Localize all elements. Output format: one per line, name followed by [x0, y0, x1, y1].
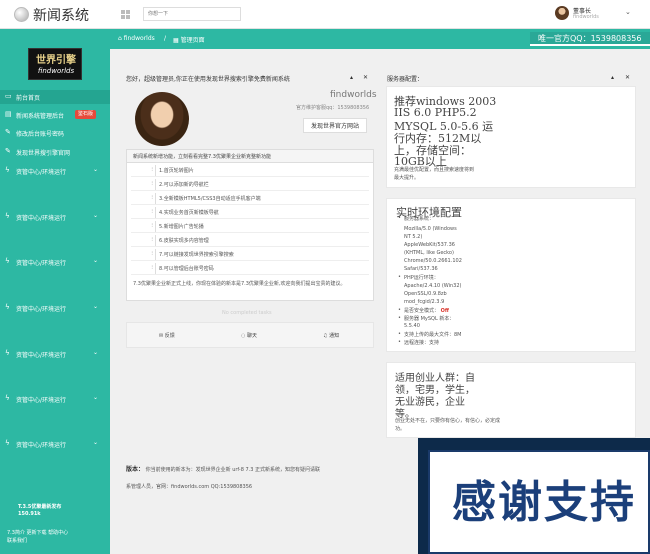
chevron-down-icon[interactable]: ⌄	[625, 8, 631, 16]
bolt-icon: ϟ	[5, 257, 10, 265]
feature-heading: 新闻系统新增功能，立刻看看完整7.3优聚果企业新克整新功能	[127, 150, 373, 163]
chevron-down-icon: ⌄	[93, 439, 99, 446]
chevron-down-icon: ⌄	[93, 257, 99, 264]
wrench-icon: ✎	[5, 147, 11, 155]
audience-card: 适用创业人群：自 领，宅男，学生， 无业游民，企业 等。 创业无处不在，只要你有…	[386, 362, 636, 438]
list-item: ⁝ 1.首页轮转图片	[131, 164, 369, 177]
audience-note: 创业无处不在，只要你有信心，有信心，必定成功。	[395, 418, 501, 432]
sidebar-footer-links[interactable]: 7.3简介 更新下载 帮助中心 联系我们	[7, 529, 68, 545]
feature-note: 7.3优聚果企业新正式上线，你现在体验的新本是7.3优聚果企业新,欢迎向我们提出…	[133, 281, 346, 287]
top-bar: 新闻系统 董事长 findworlds ⌄	[0, 0, 650, 29]
monitor-icon: ▭	[5, 92, 12, 100]
menu-grid-icon[interactable]	[121, 10, 130, 19]
support-qq: 官方维护客服qq：1539808356	[296, 105, 370, 111]
user-avatar[interactable]	[555, 6, 569, 20]
no-tasks-label: No completed tasks	[222, 310, 272, 316]
logo-text-cn: 世界引擎	[36, 55, 76, 66]
sidebar-item-resource-4[interactable]: ϟ 资管中心/环境运行 ⌄	[0, 301, 110, 315]
chevron-down-icon: ⌄	[93, 212, 99, 219]
list-item: ⁝ 3.全新模板HTML5/CSS3自动适应手机客户端	[131, 192, 369, 205]
chevron-down-icon: ⌄	[93, 394, 99, 401]
admin-avatar	[135, 92, 189, 146]
collapse-icon[interactable]: ▴	[611, 74, 614, 81]
bolt-icon: ϟ	[5, 349, 10, 357]
list-item: ⁝ 7.可以链接发现世界搜索引擎搜索	[131, 248, 369, 261]
notify-button[interactable]: ♫ 通知	[323, 332, 339, 339]
sidebar-item-resource-1[interactable]: ϟ 资管中心/环境运行 ⌄	[0, 164, 110, 178]
app-title: 新闻系统	[33, 8, 89, 24]
close-icon[interactable]: ✕	[625, 74, 630, 81]
chevron-down-icon: ⌄	[93, 166, 99, 173]
search-input[interactable]	[143, 7, 241, 21]
welcome-heading: 您好，超级管理员,你正在使用发现世界搜索引擎免费新闻系统	[126, 76, 290, 83]
copyright-line: 版本： 你当前使用的新本为：发现世界企业新 urf-8 7.3 正式新系统，知您…	[126, 466, 321, 473]
document-icon: ▤	[5, 110, 12, 118]
breadcrumb: ⌂ findworlds / ▦ 管理页面 唯一官方QQ：1539808356	[110, 29, 650, 49]
breadcrumb-home[interactable]: ⌂ findworlds	[118, 35, 155, 42]
sidebar-item-resource-7[interactable]: ϟ 资管中心/环境运行 ⌄	[0, 437, 110, 451]
list-item: ⁝ 6.皮肤实现多内容管理	[131, 234, 369, 247]
bolt-icon: ϟ	[5, 439, 10, 447]
bolt-icon: ϟ	[5, 303, 10, 311]
admin-name: findworlds	[330, 90, 377, 100]
copyright-contact: 系管理人员，官网：findworlds.com QQ:1539808356	[126, 484, 253, 490]
bolt-icon: ϟ	[5, 212, 10, 220]
feedback-button[interactable]: ✉ 反馈	[159, 332, 175, 339]
sidebar-item-resource-5[interactable]: ϟ 资管中心/环境运行 ⌄	[0, 347, 110, 361]
collapse-icon[interactable]: ▴	[350, 74, 353, 81]
list-item: ⁝ 4.实现业务首页新模板导航	[131, 206, 369, 219]
brand-logo-icon	[14, 7, 29, 22]
version-note: T.3.5优聚最新发布 150.91k	[18, 504, 62, 517]
sidebar-item-news-admin[interactable]: ▤ 新闻系统管理后台 鉴石版	[0, 108, 110, 122]
chevron-down-icon: ⌄	[93, 349, 99, 356]
chevron-down-icon: ⌄	[93, 303, 99, 310]
server-config-heading: 服务器配置：	[387, 76, 424, 83]
brand[interactable]: 新闻系统	[0, 0, 110, 29]
sidebar-item-official-site[interactable]: ✎ 发现世界搜引擎官网	[0, 145, 110, 159]
list-item: ⁝ 5.新增图片广告轮播	[131, 220, 369, 233]
sidebar-item-change-password[interactable]: ✎ 修改后台账号密码	[0, 126, 110, 140]
bolt-icon: ϟ	[5, 394, 10, 402]
sidebar-item-resource-6[interactable]: ϟ 资管中心/环境运行 ⌄	[0, 392, 110, 406]
thanks-banner: 感谢支持	[418, 438, 650, 554]
breadcrumb-current[interactable]: ▦ 管理页面	[173, 35, 205, 44]
qq-notice: 唯一官方QQ：1539808356	[530, 32, 650, 46]
bolt-icon: ϟ	[5, 166, 10, 174]
safe-mode-line: 是否安全模式： Off	[404, 308, 449, 314]
sidebar-item-resource-3[interactable]: ϟ 资管中心/环境运行 ⌄	[0, 255, 110, 269]
user-subtitle: findworlds	[573, 14, 599, 20]
chat-button[interactable]: ◌ 聊天	[241, 332, 257, 339]
safe-mode-value: Off	[440, 308, 449, 314]
server-recommend-note: 充满最佳优配置，而且搜索速度将到最大提升。	[394, 167, 475, 181]
logo-text-en: findworlds	[37, 67, 75, 75]
list-item: ⁝ 8.可以管理后台账号密码	[131, 262, 369, 275]
thanks-text: 感谢支持	[452, 477, 636, 528]
sidebar-item-resource-2[interactable]: ϟ 资管中心/环境运行 ⌄	[0, 210, 110, 224]
close-icon[interactable]: ✕	[363, 74, 368, 81]
list-item: ⁝ 2.可以添加新的导航栏	[131, 178, 369, 191]
wrench-icon: ✎	[5, 128, 11, 136]
breadcrumb-separator: /	[164, 35, 167, 42]
server-recommend-card: 推荐windows 2003 IIS 6.0 PHP5.2 MYSQL 5.0-…	[386, 86, 636, 188]
table-icon: ▦	[173, 37, 181, 44]
edition-badge: 鉴石版	[75, 110, 97, 119]
action-bar: ✉ 反馈 ◌ 聊天 ♫ 通知	[126, 322, 374, 348]
sidebar-item-home[interactable]: ▭ 前台首页	[0, 90, 110, 104]
visit-official-site-button[interactable]: 发现世界官方网站	[303, 118, 367, 133]
sidebar: 世界引擎 findworlds ▭ 前台首页 ▤ 新闻系统管理后台 鉴石版 ✎ …	[0, 29, 110, 554]
feature-list: 新闻系统新增功能，立刻看看完整7.3优聚果企业新克整新功能 ⁝ 1.首页轮转图片 …	[126, 149, 374, 301]
sidebar-logo: 世界引擎 findworlds	[28, 48, 82, 80]
